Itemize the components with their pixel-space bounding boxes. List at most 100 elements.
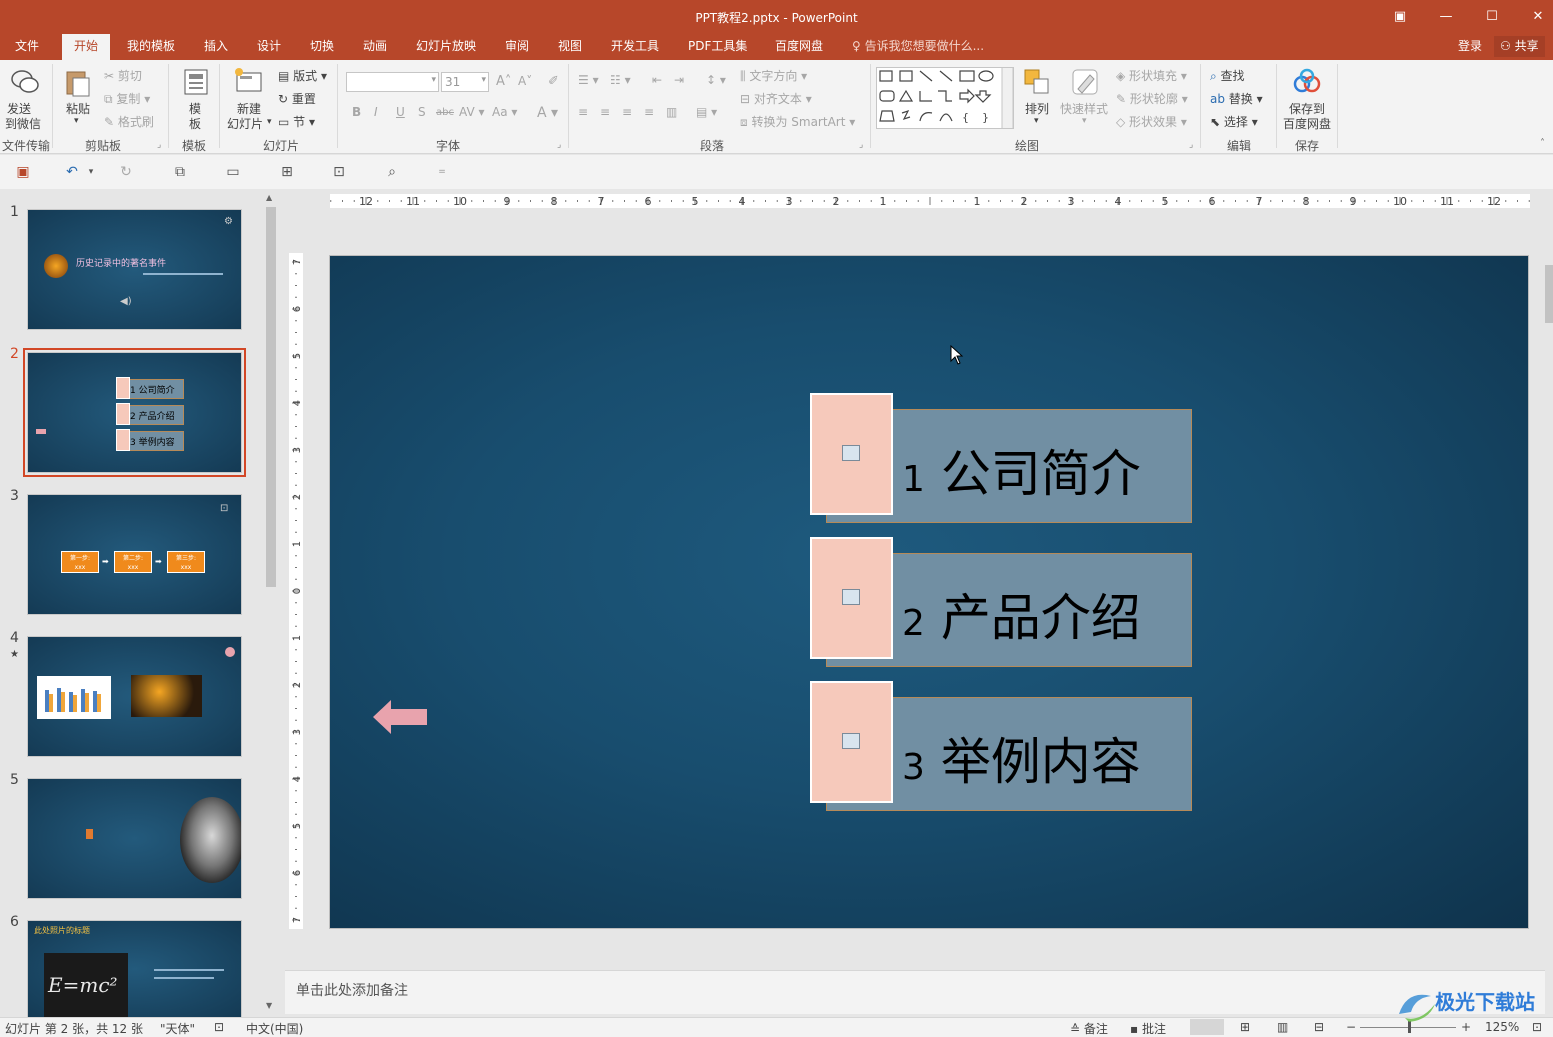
tab-developer[interactable]: 开发工具: [611, 34, 659, 60]
tell-me-box[interactable]: ♀ 告诉我您想要做什么...: [852, 34, 984, 60]
notes-toggle[interactable]: ≙ 备注: [1070, 1020, 1108, 1037]
arrange-button[interactable]: 排列: [1025, 100, 1049, 117]
notes-placeholder[interactable]: 单击此处添加备注: [296, 980, 408, 1000]
change-case-icon[interactable]: Aa ▾: [492, 105, 517, 119]
layout-button[interactable]: ▤ 版式 ▾: [278, 67, 327, 84]
quick-styles-dropdown-icon[interactable]: ▾: [1082, 116, 1087, 126]
increase-indent-icon[interactable]: ⇥: [674, 73, 684, 87]
customize-qat-icon[interactable]: =: [433, 163, 451, 181]
slide-thumbnail-2[interactable]: 1 公司简介 2 产品介绍 3 举例内容: [23, 348, 246, 477]
grow-font-icon[interactable]: A˄: [496, 74, 511, 89]
tab-my-templates[interactable]: 我的模板: [127, 34, 175, 60]
slide-thumbnail-3[interactable]: 第一步: xxx ➡ 第二步: xxx ➡ 第三步: xxx ⊡: [27, 494, 242, 615]
minimize-icon[interactable]: —: [1431, 6, 1461, 28]
maximize-icon[interactable]: ☐: [1477, 6, 1507, 28]
slide-canvas[interactable]: 1 公司简介 2 产品介绍 3 举例内容: [329, 255, 1529, 929]
paste-dropdown-icon[interactable]: ▾: [74, 116, 79, 126]
tab-pdf-tools[interactable]: PDF工具集: [688, 34, 747, 60]
language[interactable]: 中文(中国): [246, 1020, 303, 1037]
drawing-launcher-icon[interactable]: ⌟: [1189, 140, 1193, 150]
strikethrough-icon[interactable]: abc: [436, 107, 454, 118]
line-spacing-icon[interactable]: ↕ ▾: [706, 73, 726, 87]
picture-placeholder[interactable]: [810, 537, 893, 659]
shapes-gallery[interactable]: { }: [876, 67, 1014, 129]
find-button[interactable]: ⌕ 查找: [1210, 67, 1245, 84]
menu-item-label[interactable]: 2 产品介绍: [902, 578, 1141, 650]
tab-animations[interactable]: 动画: [363, 34, 387, 60]
zoom-out-icon[interactable]: −: [1346, 1020, 1356, 1034]
normal-view-icon[interactable]: [1190, 1019, 1224, 1035]
align-right-icon[interactable]: ≡: [622, 105, 632, 119]
tab-transitions[interactable]: 切换: [310, 34, 334, 60]
textbox-icon[interactable]: ▭: [224, 163, 242, 181]
distribute-icon[interactable]: ▥: [666, 105, 677, 119]
template-line2[interactable]: 板: [189, 115, 201, 132]
slide-thumbnail-1[interactable]: 历史记录中的著名事件 ◀) ⚙: [27, 209, 242, 330]
replace-button[interactable]: ab 替换 ▾: [1210, 90, 1263, 107]
redo-icon[interactable]: ↻: [117, 163, 135, 181]
tab-baidu-netdisk[interactable]: 百度网盘: [775, 34, 823, 60]
new-slide-dropdown-icon[interactable]: ▾: [267, 117, 272, 127]
arrange-dropdown-icon[interactable]: ▾: [1034, 116, 1039, 126]
scroll-thumb[interactable]: [266, 207, 276, 587]
align-text-button[interactable]: ⊟ 对齐文本 ▾: [740, 90, 812, 107]
tab-review[interactable]: 审阅: [505, 34, 529, 60]
picture-placeholder[interactable]: [810, 681, 893, 803]
picture-placeholder[interactable]: [810, 393, 893, 515]
ribbon-display-icon[interactable]: ▣: [1385, 6, 1415, 28]
notes-pane[interactable]: 单击此处添加备注: [285, 970, 1545, 1014]
tab-slideshow[interactable]: 幻灯片放映: [416, 34, 476, 60]
reset-button[interactable]: ↻ 重置: [278, 90, 316, 107]
underline-icon[interactable]: U: [396, 105, 405, 119]
bullets-icon[interactable]: ☰ ▾: [578, 73, 599, 87]
text-direction-button[interactable]: ⫼ 文字方向 ▾: [740, 67, 807, 84]
scroll-down-icon[interactable]: ▼: [266, 1001, 272, 1010]
clipboard-launcher-icon[interactable]: ⌟: [157, 140, 161, 150]
numbering-icon[interactable]: ☷ ▾: [610, 73, 631, 87]
font-size-select[interactable]: 31 ▾: [441, 72, 489, 92]
undo-dropdown-icon[interactable]: ▾: [82, 163, 100, 181]
slide-thumbnail-6[interactable]: 此处照片的标题 E=mc²: [27, 920, 242, 1018]
justify-icon[interactable]: ≡: [644, 105, 654, 119]
menu-item-label[interactable]: 1 公司简介: [902, 434, 1141, 506]
paragraph-launcher-icon[interactable]: ⌟: [859, 140, 863, 150]
slide-sorter-icon[interactable]: ⊞: [1240, 1020, 1250, 1034]
quick-styles-button[interactable]: 快速样式: [1060, 100, 1108, 117]
shape-fill-button[interactable]: ◈ 形状填充 ▾: [1116, 67, 1187, 84]
select-button[interactable]: ⬉ 选择 ▾: [1210, 113, 1258, 130]
convert-smartart-button[interactable]: ⧈ 转换为 SmartArt ▾: [740, 113, 855, 130]
font-launcher-icon[interactable]: ⌟: [557, 140, 561, 150]
shrink-font-icon[interactable]: A˅: [518, 74, 532, 88]
scroll-thumb[interactable]: [1545, 265, 1553, 323]
cut-button[interactable]: ✂ 剪切: [104, 67, 142, 84]
bold-icon[interactable]: B: [352, 105, 361, 119]
tab-insert[interactable]: 插入: [204, 34, 228, 60]
paste-button[interactable]: 粘贴: [66, 100, 90, 117]
send-wechat-line2[interactable]: 到微信: [5, 115, 41, 132]
new-slide-line2[interactable]: 幻灯片: [227, 115, 263, 132]
back-arrow-shape[interactable]: [373, 700, 429, 734]
align-left-icon[interactable]: ≡: [578, 105, 588, 119]
columns-icon[interactable]: ▤ ▾: [696, 105, 717, 119]
section-button[interactable]: ▭ 节 ▾: [278, 113, 315, 130]
presenter-icon[interactable]: ⊞: [278, 163, 296, 181]
shape-outline-button[interactable]: ✎ 形状轮廓 ▾: [1116, 90, 1188, 107]
presentation-icon[interactable]: ⊡: [330, 163, 348, 181]
shadow-icon[interactable]: S: [418, 105, 426, 119]
login-link[interactable]: 登录: [1458, 34, 1482, 58]
comments-toggle[interactable]: ▪ 批注: [1130, 1020, 1166, 1037]
slide-thumbnail-5[interactable]: [27, 778, 242, 899]
align-center-icon[interactable]: ≡: [600, 105, 610, 119]
tab-design[interactable]: 设计: [257, 34, 281, 60]
save-icon[interactable]: ▣: [14, 163, 32, 181]
decrease-indent-icon[interactable]: ⇤: [652, 73, 662, 87]
scroll-up-icon[interactable]: ▲: [266, 193, 272, 202]
copy-button[interactable]: ⧉ 复制 ▾: [104, 90, 150, 107]
slide-scrollbar[interactable]: [1545, 190, 1553, 950]
close-icon[interactable]: ✕: [1523, 6, 1553, 28]
tab-file[interactable]: 文件: [15, 34, 39, 60]
tab-home[interactable]: 开始: [62, 34, 111, 60]
menu-item-label[interactable]: 3 举例内容: [902, 722, 1141, 794]
save-baidu-line2[interactable]: 百度网盘: [1283, 115, 1331, 132]
tab-view[interactable]: 视图: [558, 34, 582, 60]
